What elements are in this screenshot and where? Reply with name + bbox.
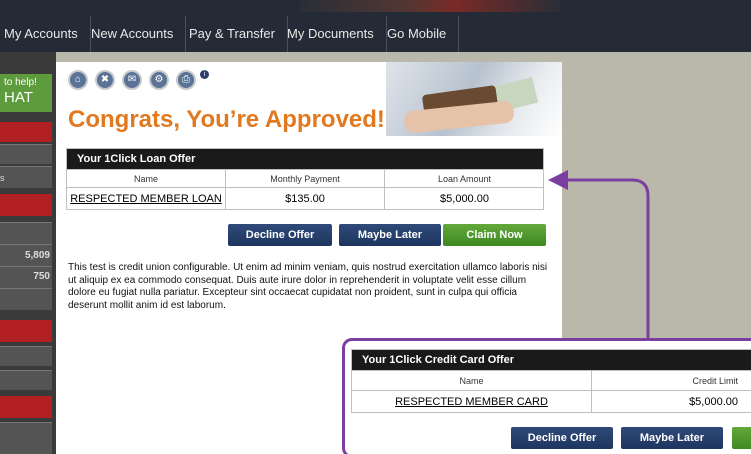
credit-card-offer-heading: Your 1Click Credit Card Offer (352, 350, 751, 370)
card-name-link[interactable]: RESPECTED MEMBER CARD (395, 396, 548, 408)
claim-now-button[interactable] (732, 427, 751, 449)
maybe-later-button[interactable]: Maybe Later (621, 427, 723, 449)
column-header-credit-limit: Credit Limit (692, 376, 738, 386)
credit-limit-value: $5,000.00 (689, 396, 738, 408)
table-header-row: Name Credit Limit (352, 370, 751, 391)
credit-card-offer-panel: Your 1Click Credit Card Offer Name Credi… (342, 338, 751, 454)
card-name-cell: RESPECTED MEMBER CARD (352, 391, 592, 413)
decline-offer-button[interactable]: Decline Offer (511, 427, 613, 449)
column-header-name: Name (352, 371, 592, 391)
credit-card-offer-table: Your 1Click Credit Card Offer Name Credi… (351, 349, 751, 413)
table-row: RESPECTED MEMBER CARD $5,000.00 (352, 390, 751, 413)
